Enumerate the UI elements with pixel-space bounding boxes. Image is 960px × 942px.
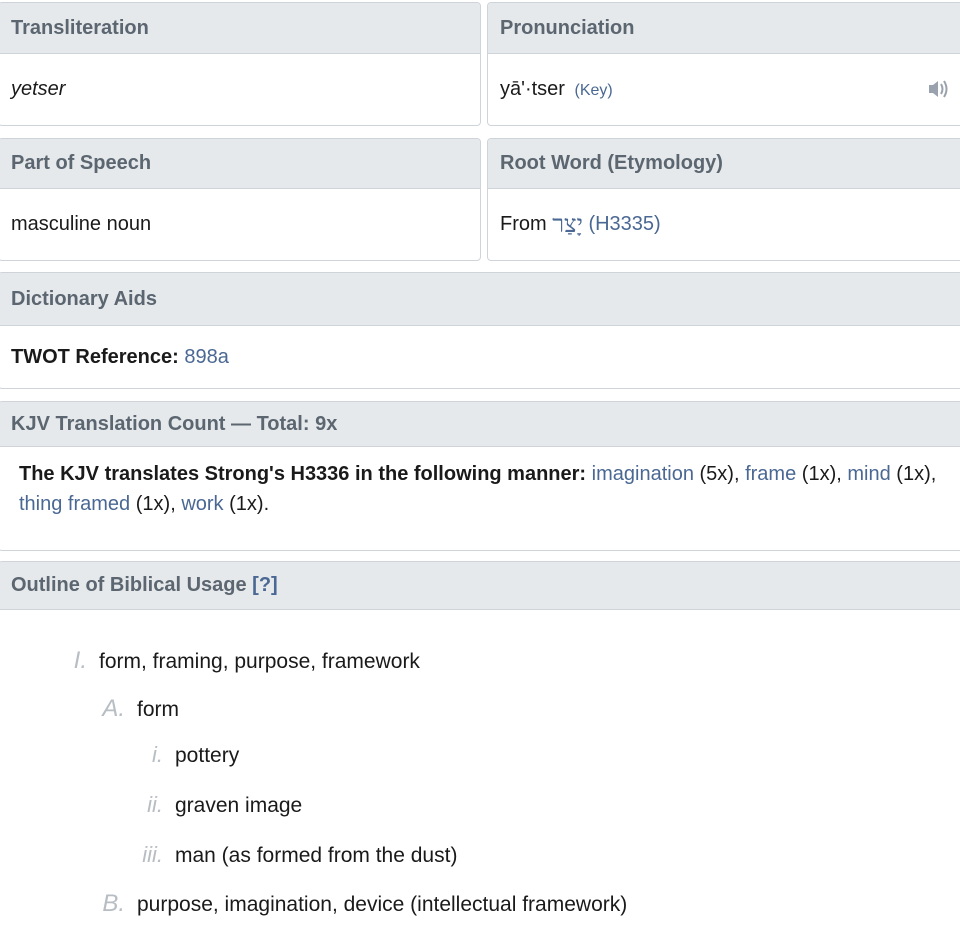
kjv-separator: , xyxy=(836,463,842,485)
outline-title: Outline of Biblical Usage xyxy=(11,574,247,596)
outline-text: form, framing, purpose, framework xyxy=(99,650,420,673)
kjv-count: (1x) xyxy=(229,493,264,515)
outline-item: ii. graven image xyxy=(117,792,302,818)
part-of-speech-card: Part of Speech masculine noun xyxy=(0,138,481,261)
part-of-speech-value: masculine noun xyxy=(11,212,152,235)
outline-numeral: I. xyxy=(73,647,87,674)
root-word-header: Root Word (Etymology) xyxy=(488,139,960,189)
kjv-count: (1x) xyxy=(801,463,837,485)
kjv-count: (1x) xyxy=(135,493,171,515)
kjv-separator: . xyxy=(263,493,270,515)
root-word-strongs-link[interactable]: (H3335) xyxy=(588,213,660,236)
kjv-separator: , xyxy=(170,493,176,515)
root-word-card: Root Word (Etymology) From יָצַר (H3335) xyxy=(487,138,960,261)
kjv-word-link[interactable]: imagination xyxy=(592,463,694,485)
transliteration-value: yetser xyxy=(11,77,66,100)
outline-card: Outline of Biblical Usage [?] I. form, f… xyxy=(0,561,960,942)
pronunciation-card: Pronunciation yā'·tser (Key) xyxy=(487,2,960,126)
dictionary-aids-header: Dictionary Aids xyxy=(0,273,960,326)
kjv-translation-card: KJV Translation Count — Total: 9x The KJ… xyxy=(0,401,960,551)
kjv-translation-text: The KJV translates Strong's H3336 in the… xyxy=(0,447,960,519)
kjv-separator: , xyxy=(930,463,937,485)
kjv-count: (5x) xyxy=(699,463,734,485)
kjv-word-link[interactable]: mind xyxy=(847,463,890,485)
speaker-icon[interactable] xyxy=(926,78,956,100)
outline-numeral: A. xyxy=(102,695,125,722)
part-of-speech-header: Part of Speech xyxy=(0,139,480,189)
dictionary-aids-card: Dictionary Aids TWOT Reference: 898a xyxy=(0,272,960,389)
outline-numeral: B. xyxy=(102,890,125,917)
outline-text: purpose, imagination, device (intellectu… xyxy=(137,893,628,916)
outline-text: form xyxy=(137,698,179,721)
transliteration-header: Transliteration xyxy=(0,3,480,54)
outline-item: A. form xyxy=(79,695,179,723)
outline-numeral: ii. xyxy=(147,792,163,817)
outline-text: pottery xyxy=(175,744,240,767)
outline-item: i. pottery xyxy=(117,742,239,768)
outline-header: Outline of Biblical Usage [?] xyxy=(0,562,960,610)
pronunciation-value: yā'·tser xyxy=(500,77,565,100)
twot-label: TWOT Reference: xyxy=(11,345,179,368)
outline-text: man (as formed from the dust) xyxy=(175,844,458,867)
outline-item: iii. man (as formed from the dust) xyxy=(117,842,457,868)
outline-numeral: i. xyxy=(152,742,163,767)
outline-item: I. form, framing, purpose, framework xyxy=(57,647,420,675)
transliteration-card: Transliteration yetser xyxy=(0,2,481,126)
pronunciation-header: Pronunciation xyxy=(488,3,960,54)
kjv-word-link[interactable]: frame xyxy=(745,463,796,485)
twot-reference-link[interactable]: 898a xyxy=(184,346,229,369)
outline-text: graven image xyxy=(175,794,303,817)
kjv-count: (1x) xyxy=(896,463,931,485)
pronunciation-key-link[interactable]: (Key) xyxy=(575,82,613,99)
kjv-separator: , xyxy=(733,463,740,485)
kjv-word-link[interactable]: thing framed xyxy=(19,493,130,515)
root-word-prefix: From xyxy=(500,212,547,235)
kjv-intro: The KJV translates Strong's H3336 in the… xyxy=(19,463,587,485)
outline-help-link[interactable]: [?] xyxy=(252,574,278,597)
kjv-word-link[interactable]: work xyxy=(181,493,223,515)
outline-item: B. purpose, imagination, device (intelle… xyxy=(79,890,627,918)
root-word-hebrew-link[interactable]: יָצַר xyxy=(552,210,583,239)
kjv-header: KJV Translation Count — Total: 9x xyxy=(0,402,960,447)
outline-numeral: iii. xyxy=(142,842,163,867)
